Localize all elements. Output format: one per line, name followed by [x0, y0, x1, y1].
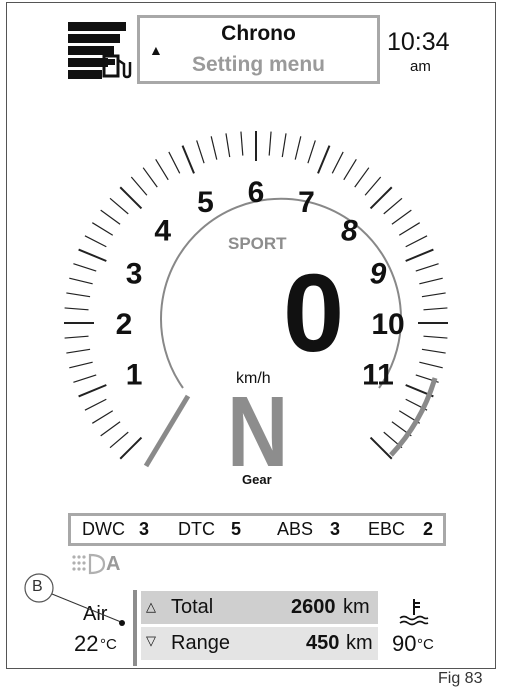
callout-b-label: B	[32, 578, 43, 595]
figure-label: Fig 83	[438, 670, 483, 687]
callout-leader	[24, 573, 125, 626]
